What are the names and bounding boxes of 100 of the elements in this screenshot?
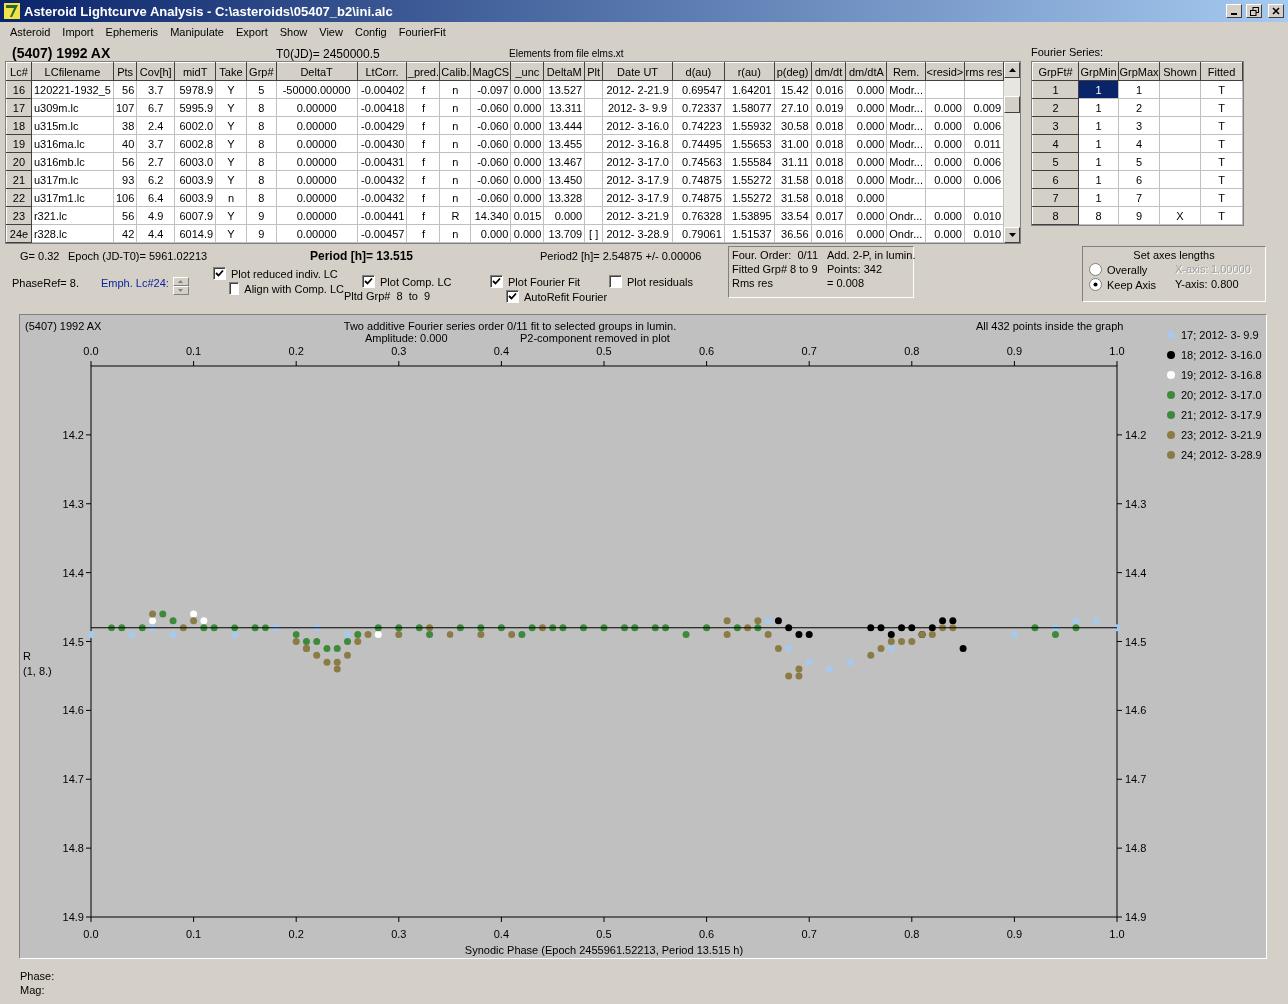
column-header[interactable]: GrpFt# — [1032, 62, 1079, 81]
column-header[interactable]: dm/dtA — [845, 62, 887, 81]
spinner[interactable] — [172, 277, 189, 295]
column-header[interactable]: DeltaM — [543, 62, 585, 81]
data-point — [898, 638, 906, 645]
data-point — [456, 624, 464, 632]
p2-note: P2-component removed in plot — [520, 332, 670, 344]
data-point — [908, 638, 916, 645]
x-tick-label: 0.6 — [698, 928, 715, 940]
radio-button[interactable] — [1089, 263, 1102, 276]
column-header[interactable]: Fitted — [1200, 62, 1243, 81]
column-header[interactable]: LtCorr. — [357, 62, 407, 81]
restore-button[interactable] — [1246, 4, 1262, 18]
column-header[interactable]: _pred. — [406, 62, 440, 81]
legend-label: 20; 2012- 3-17.0 — [1181, 389, 1262, 401]
checkbox[interactable] — [213, 267, 226, 280]
amplitude-label: Amplitude: 0.000 — [365, 332, 448, 344]
menu-item[interactable]: Config — [348, 26, 393, 38]
close-button[interactable] — [1268, 4, 1284, 18]
column-header[interactable]: GrpMin — [1078, 62, 1119, 81]
checkbox[interactable] — [490, 275, 503, 288]
x-tick-label: 0.7 — [801, 928, 817, 940]
column-header[interactable]: LCfilename — [31, 62, 114, 81]
menu-item[interactable]: Asteroid — [4, 26, 57, 38]
data-point — [323, 658, 331, 666]
column-header[interactable]: p(deg) — [774, 62, 812, 81]
asteroid-name: (5407) 1992 AX — [12, 45, 112, 61]
column-header[interactable]: d(au) — [672, 62, 725, 81]
data-point — [313, 638, 321, 645]
column-header[interactable]: GrpMax — [1118, 62, 1160, 81]
up-arrow-icon — [178, 280, 184, 283]
data-point — [497, 624, 505, 632]
mag-readout: Mag: — [20, 983, 46, 997]
column-header[interactable]: dm/dt — [811, 62, 846, 81]
column-header[interactable]: Date UT — [602, 62, 673, 81]
menu-item[interactable]: Manipulate — [164, 26, 230, 38]
y-tick-label: 14.9 — [1125, 911, 1147, 923]
legend-label: 23; 2012- 3-21.9 — [1181, 429, 1262, 441]
scroll-up-button[interactable] — [1004, 62, 1020, 78]
y-axis-label: R — [23, 650, 31, 662]
data-point — [774, 644, 782, 652]
menu-item[interactable]: Ephemeris — [99, 26, 165, 38]
menu-item[interactable]: Export — [229, 26, 274, 38]
scrollbar[interactable] — [1004, 62, 1020, 243]
axis-value[interactable]: 0.800 — [1211, 278, 1259, 291]
column-header[interactable]: midT — [174, 62, 216, 81]
menu-item[interactable]: Import — [56, 26, 100, 38]
data-point — [785, 644, 793, 652]
column-header[interactable]: Cov[h] — [136, 62, 175, 81]
data-point — [662, 624, 670, 632]
column-header[interactable]: Pts — [113, 62, 137, 81]
column-header[interactable]: Shown — [1159, 62, 1201, 81]
menu-item[interactable]: Show — [273, 26, 314, 38]
fit-info-text: = 0.008 — [827, 277, 865, 289]
restore-icon — [1249, 6, 1259, 16]
data-point — [344, 651, 351, 659]
data-point — [733, 624, 741, 632]
x-tick-label: 1.0 — [1109, 928, 1125, 940]
checkbox-label: Plot reduced indiv. LC — [231, 267, 338, 280]
data-point — [549, 624, 557, 632]
data-point — [774, 617, 782, 625]
column-header[interactable]: MagCS — [470, 62, 511, 81]
data-point — [538, 624, 546, 632]
column-header[interactable]: DeltaT — [276, 62, 357, 81]
x-tick-label: 0.8 — [904, 345, 920, 357]
data-point — [333, 644, 341, 652]
radio-button[interactable] — [1089, 278, 1102, 291]
x-tick-label: 0.0 — [83, 928, 99, 940]
data-point — [898, 624, 906, 632]
scrollbar-thumb[interactable] — [1004, 96, 1020, 113]
legend-label: 17; 2012- 3- 9.9 — [1181, 329, 1259, 341]
checkbox[interactable] — [362, 275, 375, 288]
column-header[interactable]: <resid> — [925, 62, 965, 81]
column-header[interactable]: _unc — [510, 62, 544, 81]
y-tick-label: 14.7 — [1125, 773, 1147, 786]
scroll-down-button[interactable] — [1004, 227, 1020, 243]
data-point — [169, 631, 177, 639]
data-point — [826, 665, 834, 673]
menu-item[interactable]: FourierFit — [392, 26, 452, 38]
column-header[interactable]: Rem. — [886, 62, 926, 81]
data-point — [313, 624, 321, 632]
data-point — [179, 624, 187, 632]
column-header[interactable]: Take — [215, 62, 247, 81]
y-tick-label: 14.6 — [62, 704, 84, 717]
column-header[interactable]: Calib. — [439, 62, 471, 81]
checkbox[interactable] — [229, 282, 240, 295]
data-point — [159, 610, 167, 618]
checkbox[interactable] — [506, 290, 519, 303]
minimize-button[interactable] — [1226, 4, 1242, 18]
y-tick-label: 14.2 — [1125, 428, 1147, 441]
menu-item[interactable]: View — [313, 26, 349, 38]
data-point — [651, 624, 659, 632]
data-point — [805, 631, 813, 639]
column-header[interactable]: Grp# — [246, 62, 277, 81]
column-header[interactable]: r(au) — [724, 62, 775, 81]
data-point — [795, 631, 803, 639]
column-header[interactable]: rms res — [964, 62, 1004, 81]
checkbox[interactable] — [609, 275, 622, 288]
checkbox-label: Plot residuals — [627, 275, 694, 288]
column-header[interactable]: Lc# — [6, 62, 32, 81]
